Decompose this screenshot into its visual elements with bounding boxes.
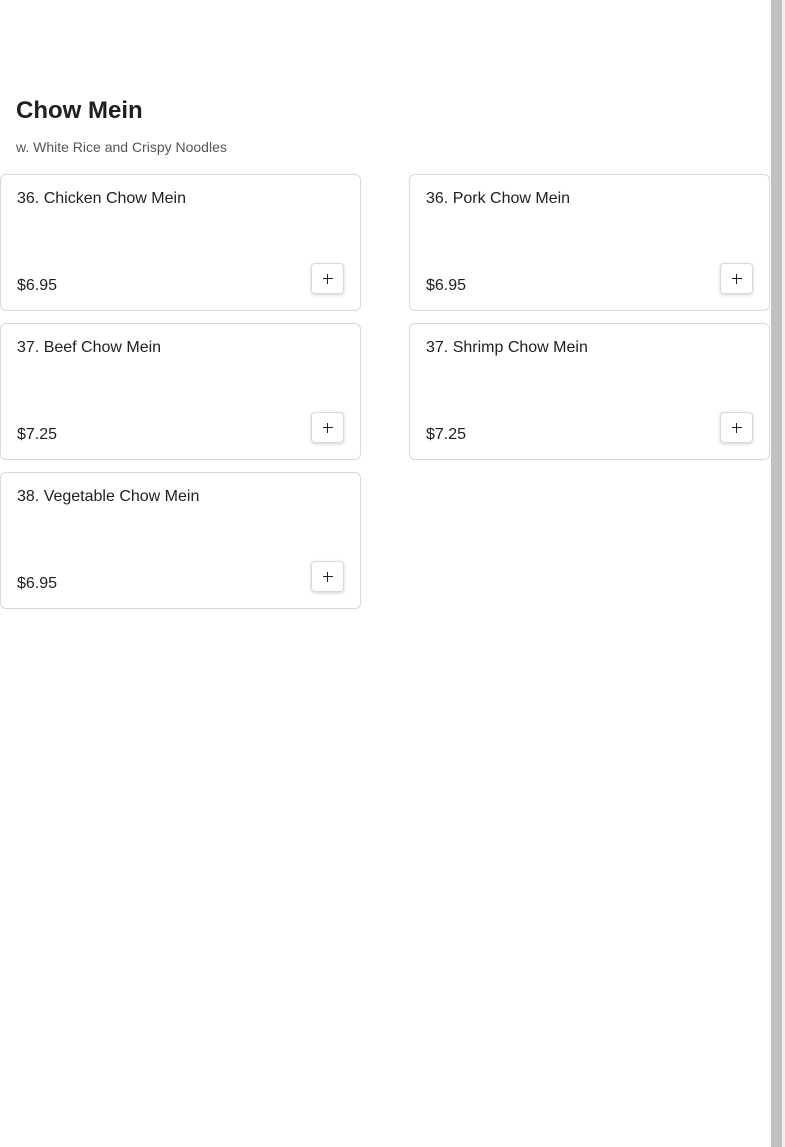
add-to-cart-button[interactable] (720, 263, 753, 294)
plus-icon (731, 422, 742, 433)
menu-item-name: 36. Pork Chow Mein (426, 190, 571, 207)
plus-icon (731, 273, 742, 284)
vertical-scrollbar[interactable] (771, 0, 785, 1147)
menu-item-name: 37. Beef Chow Mein (17, 339, 162, 356)
add-to-cart-button[interactable] (311, 412, 344, 443)
menu-item-grid: 36. Chicken Chow Mein $6.95 36. Pork Cho… (0, 174, 771, 609)
menu-item-name: 37. Shrimp Chow Mein (426, 339, 588, 356)
menu-page: Chow Mein w. White Rice and Crispy Noodl… (0, 0, 785, 1147)
add-to-cart-button[interactable] (311, 561, 344, 592)
menu-item-card[interactable]: 37. Shrimp Chow Mein $7.25 (409, 323, 770, 460)
menu-item-name: 36. Chicken Chow Mein (17, 190, 186, 207)
menu-item-price: $6.95 (426, 277, 467, 294)
plus-icon (322, 422, 333, 433)
add-to-cart-button[interactable] (720, 412, 753, 443)
menu-item-name: 38. Vegetable Chow Mein (17, 488, 200, 505)
menu-item-price: $6.95 (17, 575, 58, 592)
plus-icon (322, 571, 333, 582)
menu-item-price: $7.25 (17, 426, 58, 443)
menu-item-price: $7.25 (426, 426, 467, 443)
menu-item-card[interactable]: 37. Beef Chow Mein $7.25 (0, 323, 361, 460)
category-subtitle: w. White Rice and Crispy Noodles (16, 139, 227, 155)
scrollbar-thumb[interactable] (771, 0, 782, 1147)
menu-item-price: $6.95 (17, 277, 58, 294)
menu-category-section: Chow Mein w. White Rice and Crispy Noodl… (0, 0, 771, 1147)
menu-item-card[interactable]: 38. Vegetable Chow Mein $6.95 (0, 472, 361, 609)
menu-item-card[interactable]: 36. Pork Chow Mein $6.95 (409, 174, 770, 311)
plus-icon (322, 273, 333, 284)
add-to-cart-button[interactable] (311, 263, 344, 294)
category-title: Chow Mein (16, 97, 143, 124)
menu-item-card[interactable]: 36. Chicken Chow Mein $6.95 (0, 174, 361, 311)
